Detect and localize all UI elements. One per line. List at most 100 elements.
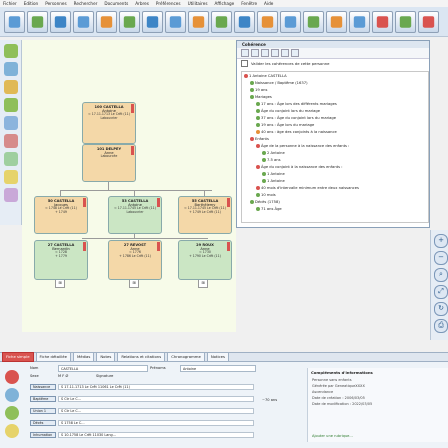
filter-icon[interactable] — [303, 11, 324, 33]
event-button[interactable]: Inhumation — [30, 432, 56, 438]
person-card[interactable]: 27 CASTELLA Bernardin ≈ 1728 + 1779 — [34, 240, 88, 280]
validate-check-row[interactable]: Valider les cohérences de cette personne — [237, 59, 429, 68]
person-card[interactable]: 53 CASTELLA Antoine ≈ 17.11.1745 Le Crêt (… — [108, 196, 162, 234]
menu-item[interactable]: Edition — [24, 1, 39, 6]
tools-icon[interactable] — [257, 11, 278, 33]
coherence-row[interactable]: Âge du conjoint lors du mariage — [256, 109, 320, 114]
coherence-row[interactable]: 19 ans : Âge lors du mariage — [256, 123, 314, 128]
menu-item[interactable]: Aide — [264, 1, 273, 6]
filter-icon[interactable] — [261, 49, 269, 57]
camera-icon[interactable] — [5, 424, 19, 438]
tab[interactable]: Fiche détaillée — [35, 352, 71, 362]
event-button[interactable]: Baptême — [30, 396, 56, 402]
home-icon[interactable] — [27, 11, 48, 33]
tree-icon[interactable] — [4, 80, 18, 94]
menu-item[interactable]: Fichier — [3, 1, 17, 6]
search-icon[interactable] — [50, 11, 71, 33]
help-icon[interactable] — [291, 49, 299, 57]
search-icon[interactable]: ⌕ — [434, 268, 448, 282]
collapse-icon[interactable] — [251, 49, 259, 57]
tab[interactable]: Chronogramme — [167, 352, 205, 362]
person-card[interactable]: 101 DELPEY Anne Labourcée — [82, 144, 136, 182]
event-button[interactable]: Décès — [30, 420, 56, 426]
person-card[interactable]: 27 REVOST Anne ≈ 1776 + 1786 Le Crêt (11) — [108, 240, 162, 280]
expand-icon[interactable] — [241, 49, 249, 57]
person-card[interactable]: 50 CASTELLA Jacques ≈ 1748 Le Crêt (11) + 1… — [34, 196, 88, 234]
coherence-row[interactable]: 71 ans Âge — [256, 207, 282, 212]
sexe-options[interactable]: M F Ø — [58, 374, 68, 378]
menu-item[interactable]: Rechercher — [74, 1, 98, 6]
coherence-row[interactable]: 37 ans : Âge du conjoint lors du mariage — [256, 116, 336, 121]
pedigree-icon[interactable] — [96, 11, 117, 33]
list-icon[interactable] — [211, 11, 232, 33]
tree-icon[interactable] — [119, 11, 140, 33]
menu-item[interactable]: Utilitaires — [188, 1, 208, 6]
event-row[interactable]: S 17.11.1713 Le Crêt 11061 Le Crêt (11) — [58, 384, 254, 390]
menu-item[interactable]: Arbres — [135, 1, 149, 6]
tab[interactable]: Notices — [206, 352, 229, 362]
zero-icon[interactable] — [234, 11, 255, 33]
people-icon[interactable] — [349, 11, 370, 33]
event-button[interactable]: Naissance — [30, 384, 56, 390]
list-icon[interactable] — [4, 116, 18, 130]
settings-icon[interactable] — [188, 11, 209, 33]
fit-icon[interactable]: ⤢ — [434, 285, 448, 299]
event-row[interactable]: S Ctr Le C... — [58, 408, 254, 414]
coherence-row[interactable]: Naissance / Baptême (1637) — [250, 81, 308, 86]
zoom-out-icon[interactable]: − — [434, 251, 448, 265]
event-button[interactable]: Union 1 — [30, 408, 56, 414]
event-row[interactable]: S 1758 Le C... — [58, 420, 254, 426]
zoom-in-icon[interactable]: + — [434, 234, 448, 248]
nom-field[interactable]: CASTELLA — [58, 365, 148, 372]
link-icon[interactable] — [5, 388, 19, 402]
tree-view-icon[interactable] — [395, 11, 416, 33]
coherence-row[interactable]: Enfants — [250, 137, 269, 142]
notes-icon[interactable] — [4, 170, 18, 184]
info-icon[interactable] — [5, 406, 19, 420]
coherence-row[interactable]: Décès (1758) — [250, 200, 280, 205]
event-row[interactable]: S 10.1758 Le Crêt 11030 Lang... — [58, 432, 254, 438]
tab[interactable]: Notes — [96, 352, 116, 362]
refresh-icon[interactable]: ↻ — [434, 302, 448, 316]
settings-icon[interactable] — [281, 49, 289, 57]
person-card[interactable]: 29 ROUX Anne ≈ 1730 + 1790 Le Crêt (11) — [178, 240, 232, 280]
menu-item[interactable]: Documents — [104, 1, 128, 6]
close-icon[interactable] — [418, 11, 439, 33]
coherence-row[interactable]: Âge de la personne à la naissance des en… — [256, 144, 349, 149]
coherence-row[interactable]: 1 Antoine — [262, 179, 285, 184]
family-icon[interactable] — [4, 62, 18, 76]
tab[interactable]: Relations et citations — [117, 352, 166, 362]
menu-item[interactable]: Affichage — [215, 1, 235, 6]
menu-item[interactable]: Personnes — [45, 1, 66, 6]
menu-item[interactable]: Fenêtre — [241, 1, 257, 6]
refresh-icon[interactable] — [73, 11, 94, 33]
tree-chart-icon[interactable] — [165, 11, 186, 33]
coherence-row[interactable]: 40 ans : âge des conjoints à la naissanc… — [256, 130, 337, 135]
persons-icon[interactable] — [326, 11, 347, 33]
validate-checkbox[interactable] — [241, 60, 248, 67]
prenom-field[interactable]: Antoine — [180, 365, 256, 372]
print-icon[interactable] — [271, 49, 279, 57]
coherence-row[interactable]: 40 mois d'intervalle minimum entre deux … — [256, 186, 359, 191]
coherence-row[interactable]: Mariages — [250, 95, 272, 100]
coherence-row[interactable]: 17 ans : Âge lors des différents mariage… — [256, 102, 337, 107]
question-icon[interactable] — [280, 11, 301, 33]
person-card[interactable]: 55 CASTELLA Barthélemy ≈ 17.11.1745 Le Crê… — [178, 196, 232, 234]
print-icon[interactable]: ⎙ — [434, 319, 448, 333]
descendants-icon[interactable] — [4, 98, 18, 112]
print-icon[interactable] — [142, 11, 163, 33]
map-icon[interactable] — [4, 152, 18, 166]
coherence-row[interactable]: 2 Antoine — [262, 151, 285, 156]
tab[interactable]: Médias — [72, 352, 95, 362]
person-icon[interactable] — [4, 44, 18, 58]
coherence-row[interactable]: 19 ans — [250, 88, 267, 93]
coherence-row[interactable]: 7.5 ans — [262, 158, 281, 163]
menu-item[interactable]: Préférences — [156, 1, 181, 6]
media-icon[interactable] — [4, 188, 18, 202]
flags-icon[interactable] — [372, 11, 393, 33]
add-item-link[interactable]: Ajouter une rubrique... — [312, 434, 353, 438]
coherence-row[interactable]: 1 Antoine — [262, 172, 285, 177]
save-icon[interactable] — [4, 11, 25, 33]
coherence-row[interactable]: Âge du conjoint à la naissance des enfan… — [256, 165, 342, 170]
pedigree-icon[interactable] — [4, 134, 18, 148]
